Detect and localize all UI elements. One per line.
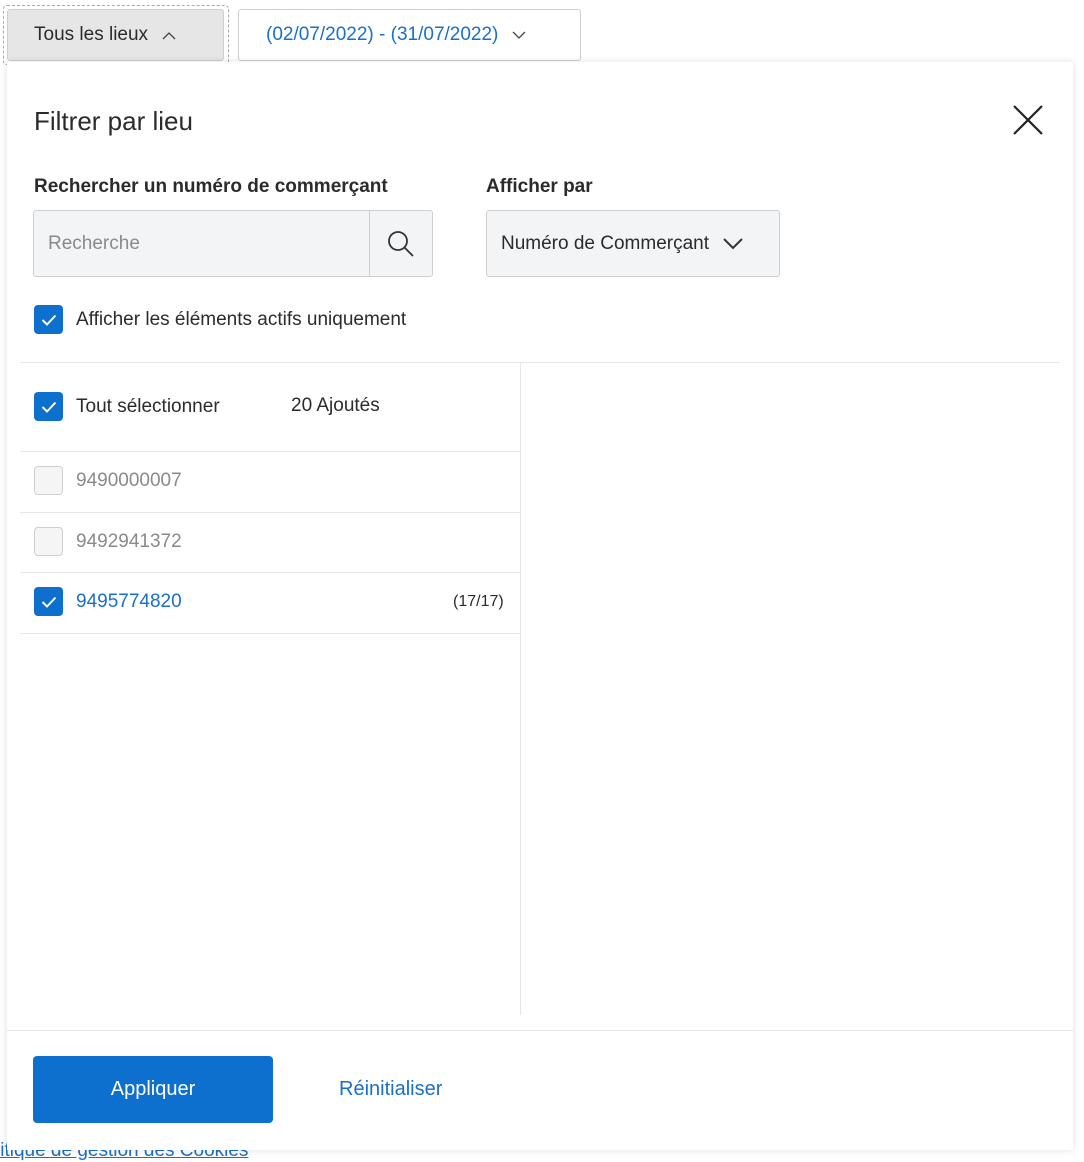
select-all-label: Tout sélectionner [76,395,220,417]
search-button[interactable] [369,211,432,276]
location-filter-button[interactable]: Tous les lieux [7,9,224,61]
chevron-down-icon [512,31,526,39]
date-range-label: (02/07/2022) - (31/07/2022) [266,24,499,45]
merchant-item[interactable]: 9495774820 [34,587,182,616]
checkmark-icon [41,596,56,608]
merchant-item[interactable]: 9490000007 [34,466,182,495]
merchant-checkbox[interactable] [34,587,63,616]
apply-button[interactable]: Appliquer [33,1056,273,1123]
merchant-id: 9490000007 [76,469,182,491]
divider [20,451,520,452]
select-all-option[interactable]: Tout sélectionner [34,392,220,421]
date-range-button[interactable]: (02/07/2022) - (31/07/2022) [238,9,581,61]
reset-link[interactable]: Réinitialiser [339,1078,442,1101]
checkmark-icon [41,401,56,413]
merchant-checkbox[interactable] [34,466,63,495]
merchant-checkbox[interactable] [34,527,63,556]
merchant-count: (17/17) [453,593,504,610]
select-all-checkbox[interactable] [34,392,63,421]
panel-title: Filtrer par lieu [34,106,193,136]
active-only-label: Afficher les éléments actifs uniquement [76,308,407,330]
merchant-item[interactable]: 9492941372 [34,527,182,556]
active-only-checkbox[interactable] [34,305,63,334]
divider [20,633,520,634]
merchant-id: 9495774820 [76,590,182,612]
chevron-down-icon [723,237,743,249]
display-by-value: Numéro de Commerçant [501,232,710,254]
search-icon [388,230,414,257]
location-filter-label: Tous les lieux [34,24,149,45]
chevron-up-icon [162,31,176,39]
footer-divider [7,1030,1073,1031]
location-filter-panel: Filtrer par lieu Rechercher un numéro de… [7,62,1073,1150]
merchant-id: 9492941372 [76,530,182,552]
divider [20,362,1060,363]
search-label: Rechercher un numéro de commerçant [34,176,388,197]
added-count: 20 Ajoutés [291,395,380,416]
search-input[interactable] [34,211,369,276]
divider [20,572,520,573]
close-icon[interactable] [1012,104,1044,136]
divider [20,512,520,513]
active-only-option[interactable]: Afficher les éléments actifs uniquement [34,305,406,334]
display-by-label: Afficher par [486,176,593,197]
checkmark-icon [41,314,56,326]
display-by-select[interactable]: Numéro de Commerçant [486,210,780,277]
search-box [33,210,433,277]
column-divider [520,363,521,1015]
